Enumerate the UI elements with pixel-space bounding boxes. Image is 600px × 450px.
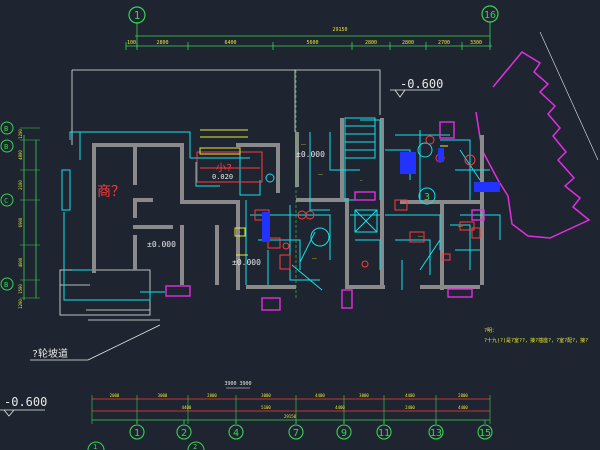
- bottom-dim-label: 2800: [458, 393, 468, 398]
- svg-text:—: —: [360, 178, 363, 183]
- svg-text:1: 1: [93, 443, 97, 450]
- top-dim-label: 2700: [438, 40, 450, 46]
- grid-bubble-top-right: 16: [481, 5, 499, 23]
- left-dim-label: 2100: [18, 180, 23, 190]
- svg-text:C: C: [4, 197, 8, 205]
- left-dim-label: 4800: [18, 150, 23, 160]
- left-dim-label: 6900: [18, 217, 23, 227]
- svg-text:?轮坡道: ?轮坡道: [32, 347, 68, 360]
- svg-text:13: 13: [430, 428, 442, 439]
- grid-bubble-bottom: 11: [376, 420, 392, 440]
- svg-text:-0.600: -0.600: [400, 77, 443, 91]
- svg-text:4: 4: [233, 428, 239, 439]
- bottom-dim-label: 4400: [335, 405, 345, 410]
- svg-text:B: B: [4, 281, 8, 289]
- yellow-marks: [199, 129, 448, 256]
- svg-text:±0.000: ±0.000: [296, 150, 325, 159]
- bottom-dim-label: 4400: [405, 393, 415, 398]
- svg-text:——: ——: [312, 256, 317, 261]
- magenta-fixtures: [165, 121, 485, 311]
- top-dim-label: 6400: [224, 40, 236, 46]
- grid-bubble-bottom: 4: [228, 420, 244, 440]
- grid-bubble-bottom: 1: [129, 420, 145, 440]
- site-boundary-outline: [475, 51, 591, 239]
- svg-text:B: B: [4, 143, 8, 151]
- svg-text:15: 15: [479, 428, 491, 439]
- elevation-marker-lower-left: -0.600: [0, 395, 47, 417]
- general-notes: ?明： ?十九(?)是?室??，接?插座?，?室?配?，接?: [484, 328, 588, 344]
- bottom-dim-label: 2000: [207, 393, 217, 398]
- grid-bubble-left: B: [0, 121, 14, 135]
- bottom-dim-label: 3000: [261, 393, 271, 398]
- top-total-dim: 29150: [332, 27, 347, 33]
- left-dim-label: 4800: [18, 257, 23, 267]
- svg-text:?十九(?)是?室??，接?插座?，?室?配?，接?: ?十九(?)是?室??，接?插座?，?室?配?，接?: [484, 337, 588, 344]
- svg-text:-0.600: -0.600: [4, 395, 47, 409]
- grid-bubble-top-left: 1: [128, 6, 146, 24]
- svg-text:7: 7: [293, 428, 299, 439]
- top-dimension-chain: 29150 100 2800 6400 5600 2800 2800 2700 3300: [125, 22, 492, 50]
- bottom-dim-label: 3000: [359, 393, 369, 398]
- top-dim-label: 2800: [156, 40, 168, 46]
- grid-bubble-left: B: [0, 139, 14, 153]
- grid-bubble-bottom: 7: [288, 420, 304, 440]
- svg-text:2: 2: [193, 443, 197, 450]
- svg-text:——: ——: [318, 172, 323, 177]
- bottom-dim-label: 2400: [405, 405, 415, 410]
- left-dim-label: 1200: [18, 129, 23, 139]
- top-dim-label: 100: [127, 40, 136, 46]
- top-dim-label: 3300: [470, 40, 482, 46]
- bottom-dim-label: 5100: [261, 405, 271, 410]
- svg-text:2: 2: [181, 428, 187, 439]
- top-dim-label: 5600: [306, 40, 318, 46]
- top-dim-label: 2800: [365, 40, 377, 46]
- svg-text:——: ——: [458, 224, 463, 229]
- top-dim-label: 2800: [402, 40, 414, 46]
- svg-text:3900 3900: 3900 3900: [224, 381, 251, 387]
- svg-text:?明：: ?明：: [484, 328, 497, 334]
- svg-text:B: B: [4, 125, 8, 133]
- bottom-dim-label: 4400: [315, 393, 325, 398]
- left-axis: B B C B 1200 4800 2100 6900 4800 1500 1200: [0, 121, 40, 309]
- svg-text:11: 11: [378, 428, 390, 439]
- svg-text:——: ——: [301, 142, 306, 147]
- bottom-dim-label: 4400: [182, 405, 192, 410]
- elevation-marker-main: -0.600: [390, 77, 443, 98]
- bottom-dimension-chain: 3900 3900 29150 2000 3000 2000 3000 4400 3000…: [91, 381, 493, 440]
- bottom-dim-label: 4400: [458, 405, 468, 410]
- grid-bubble-bottom: 2: [176, 420, 192, 440]
- left-dim-label: 1200: [18, 299, 23, 309]
- svg-text:16: 16: [484, 10, 496, 21]
- grid-bubble-bottom: 9: [336, 420, 352, 440]
- entry-tag: 3: [418, 187, 436, 205]
- svg-text:1: 1: [134, 9, 141, 22]
- svg-text:±0.000: ±0.000: [147, 240, 176, 249]
- grid-bubble-left: C: [0, 193, 14, 207]
- bottom-dim-label: 3000: [158, 393, 168, 398]
- svg-text:3: 3: [424, 192, 430, 203]
- bottom-dim-label: 2000: [110, 393, 120, 398]
- svg-text:——: ——: [418, 234, 423, 239]
- cad-drawing-canvas: 1 16 29150 100 2800 6400 5600 2800 2800 2700 33…: [0, 5, 599, 450]
- grid-bubble-left: B: [0, 277, 14, 291]
- svg-text:±0.000: ±0.000: [232, 258, 261, 267]
- red-room-label: 小?: [216, 162, 232, 174]
- svg-text:0.020: 0.020: [212, 173, 233, 181]
- svg-text:1: 1: [134, 428, 140, 439]
- left-dim-label: 1500: [18, 284, 23, 294]
- big-room-label: 商？: [97, 184, 125, 200]
- svg-text:29150: 29150: [284, 414, 297, 419]
- ramp-annotation: ?轮坡道: [30, 324, 161, 361]
- grid-bubble-bottom: 13: [428, 420, 444, 440]
- bottom-partial-bubbles: 1 2: [87, 441, 205, 450]
- svg-text:9: 9: [341, 428, 347, 439]
